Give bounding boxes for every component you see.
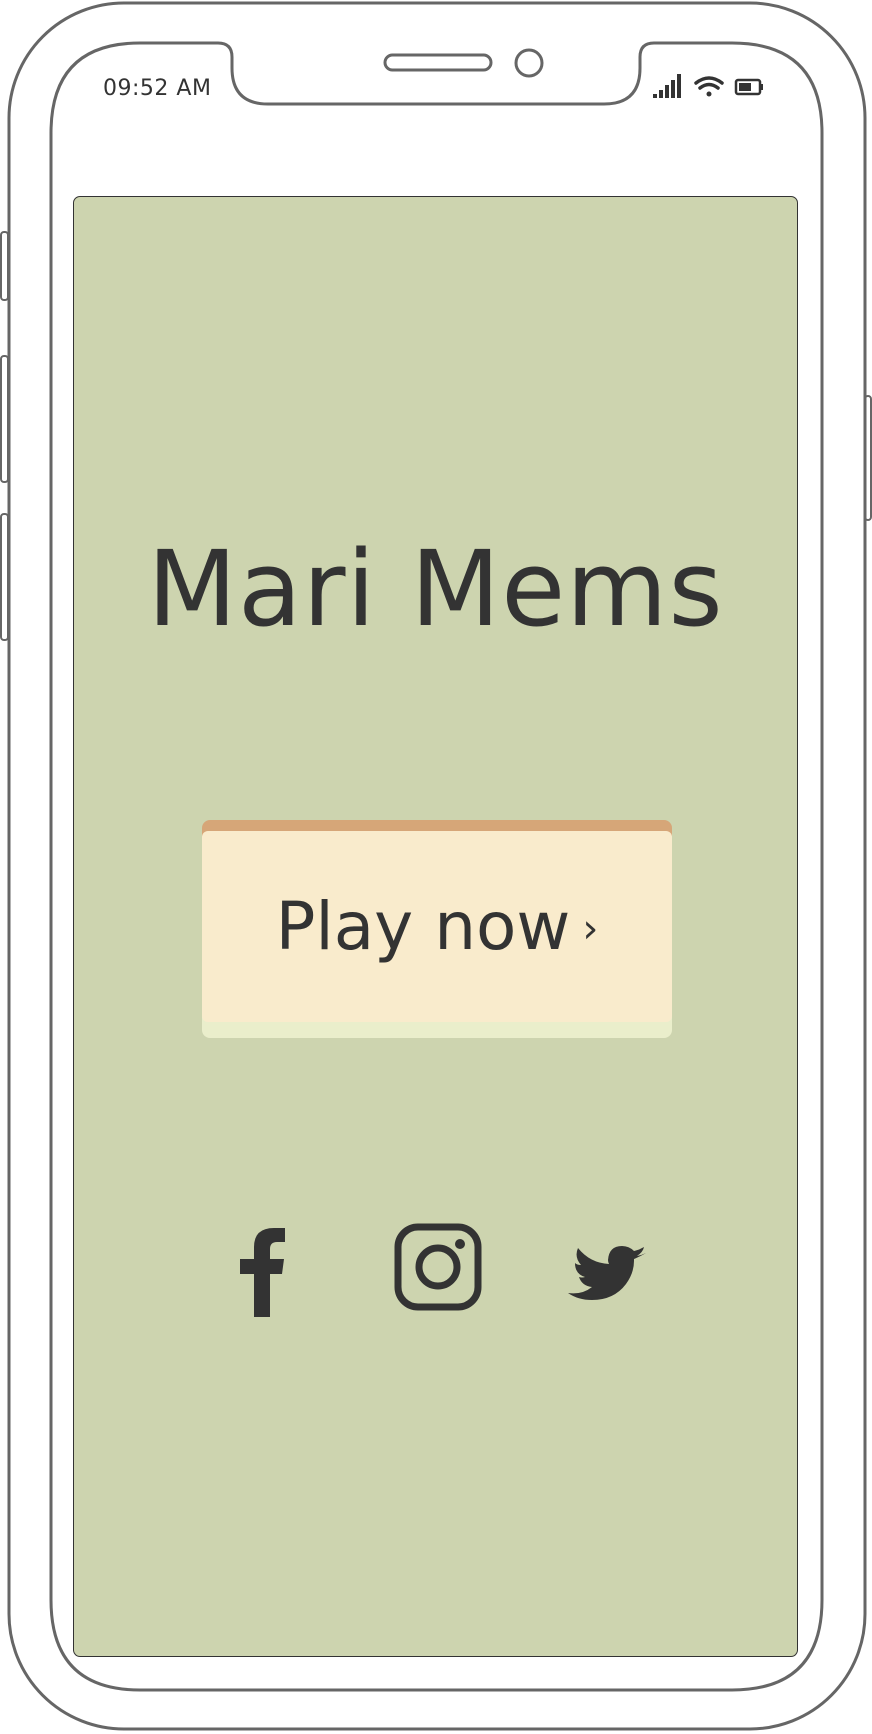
status-icons [652, 72, 802, 102]
twitter-icon[interactable] [552, 1217, 652, 1317]
play-now-button[interactable]: Play now › [202, 820, 672, 1038]
facebook-icon[interactable] [222, 1217, 322, 1317]
instagram-icon[interactable] [388, 1217, 488, 1317]
chevron-right-icon: › [582, 905, 599, 952]
play-button-face[interactable]: Play now › [202, 831, 672, 1022]
signal-icon [653, 74, 681, 98]
social-links [74, 1217, 797, 1317]
app-title: Mari Mems [147, 528, 724, 650]
status-time: 09:52 AM [103, 76, 212, 101]
battery-icon [734, 78, 763, 96]
app-screen: Mari Mems Play now › [73, 196, 798, 1657]
play-button-label: Play now [275, 888, 571, 965]
wifi-icon [694, 76, 724, 97]
